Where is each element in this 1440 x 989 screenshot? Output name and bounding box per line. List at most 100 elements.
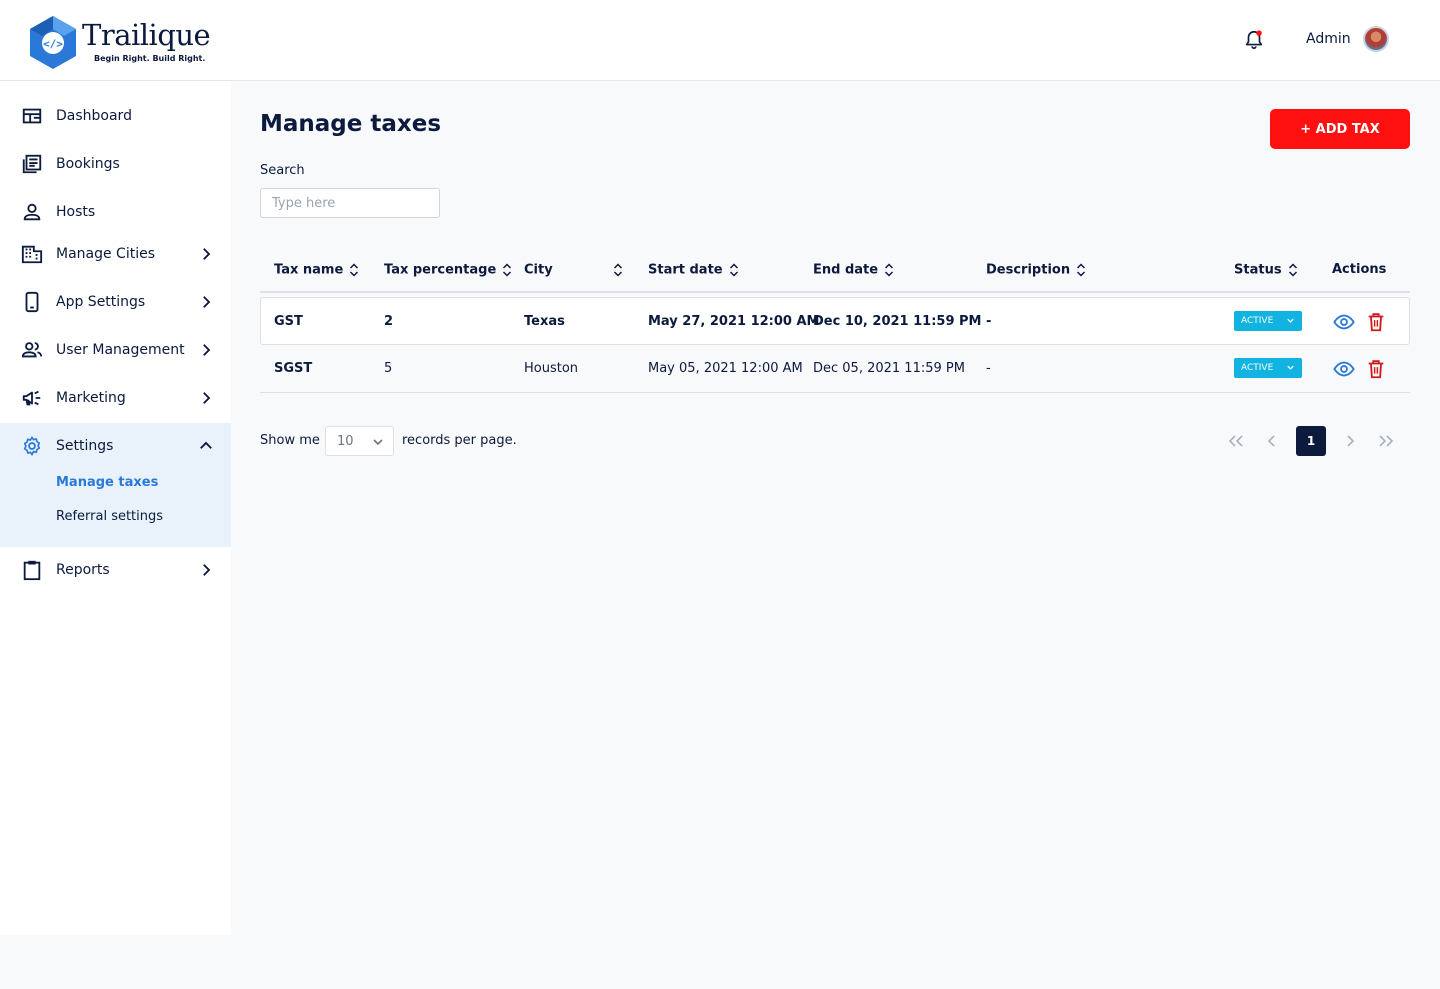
chevron-right-icon [203,296,211,308]
records-per-page-value: 10 [337,434,354,449]
gear-icon [23,436,41,456]
column-header-label: Start date [648,262,723,278]
brand-name: Trailique [82,18,211,52]
users-icon [21,342,43,358]
table-row[interactable]: SGST 5 Houston May 05, 2021 12:00 AM Dec… [260,345,1410,393]
sort-icon [729,263,738,277]
first-page-icon[interactable] [1221,426,1251,456]
column-header-tax-name[interactable]: Tax name [274,262,359,278]
sidebar-item-label: App Settings [56,294,146,310]
sort-icon [1077,263,1086,277]
search-label: Search [260,163,305,178]
sidebar-item-marketing[interactable]: Marketing [0,375,231,423]
top-bar: </> Trailique Begin Right. Build Right. … [0,0,1440,81]
building-icon [21,245,43,264]
dashboard-icon [22,108,42,124]
user-name[interactable]: Admin [1306,31,1351,47]
brand-tagline: Begin Right. Build Right. [94,54,206,63]
sidebar-item-label: Settings [56,438,114,454]
table-row[interactable]: GST 2 Texas May 27, 2021 12:00 AM Dec 10… [260,297,1410,345]
clipboard-icon [23,560,41,581]
column-header-label: Tax name [274,262,344,278]
sidebar-item-label: Bookings [56,156,120,172]
cell-start-date: May 27, 2021 12:00 AM [648,314,820,329]
sidebar-item-user-management[interactable]: User Management [0,327,231,375]
show-me-label: Show me [260,433,320,448]
column-header-start-date[interactable]: Start date [648,262,739,278]
sort-icon [885,263,894,277]
sort-icon [613,263,622,277]
sort-icon [1288,263,1297,277]
cell-start-date: May 05, 2021 12:00 AM [648,361,803,376]
column-header-city[interactable]: City [524,262,623,278]
cell-tax-name: GST [274,314,303,329]
column-header-tax-percentage[interactable]: Tax percentage [384,262,512,278]
sidebar: Dashboard Bookings Hosts Manage Cities A… [0,81,231,935]
main-content: Manage taxes + ADD TAX Search Tax name T… [231,81,1440,989]
sidebar-item-dashboard[interactable]: Dashboard [0,93,231,141]
previous-page-icon[interactable] [1257,426,1287,456]
sidebar-item-reports[interactable]: Reports [0,547,231,595]
next-page-icon[interactable] [1335,426,1365,456]
column-header-end-date[interactable]: End date [813,262,894,278]
sidebar-item-settings[interactable]: Settings [0,423,231,471]
bookings-icon [22,154,42,174]
status-dropdown[interactable]: ACTIVE [1234,358,1302,378]
sidebar-item-hosts[interactable]: Hosts [0,189,231,237]
trash-icon[interactable] [1365,311,1387,333]
column-header-label: Actions [1332,262,1387,277]
table-header-divider [260,291,1410,293]
logo[interactable]: </> Trailique Begin Right. Build Right. [24,14,214,72]
column-header-label: Status [1234,262,1282,278]
last-page-icon[interactable] [1371,426,1401,456]
sort-icon [350,263,359,277]
column-header-description[interactable]: Description [986,262,1086,278]
cell-end-date: Dec 10, 2021 11:59 PM [813,314,982,329]
sidebar-item-label: Hosts [56,204,96,220]
person-icon [23,203,41,221]
page-number-current[interactable]: 1 [1296,426,1326,456]
status-dropdown[interactable]: ACTIVE [1234,311,1302,331]
bell-icon[interactable] [1243,29,1265,51]
cell-tax-percentage: 2 [384,314,394,329]
notification-dot [1256,30,1262,36]
cell-tax-percentage: 5 [384,361,393,376]
column-header-actions: Actions [1332,262,1386,277]
chevron-up-icon [200,441,212,449]
eye-icon[interactable] [1333,358,1355,380]
eye-icon[interactable] [1333,311,1355,333]
column-header-status[interactable]: Status [1234,262,1298,278]
chevron-right-icon [203,248,211,260]
sort-icon [503,263,512,277]
status-label: ACTIVE [1241,363,1274,373]
page-title: Manage taxes [260,111,442,137]
column-header-label: End date [813,262,879,278]
column-header-label: Tax percentage [384,262,497,278]
cell-city: Houston [524,361,579,376]
trash-icon[interactable] [1365,358,1387,380]
records-per-page-select[interactable]: 10 [325,426,394,456]
cell-city: Texas [524,314,565,329]
sidebar-item-label: Reports [56,562,110,578]
chevron-down-icon [373,439,383,446]
avatar[interactable] [1363,26,1389,52]
megaphone-icon [22,390,41,406]
sidebar-item-label: Marketing [56,390,126,406]
cell-description: - [986,314,992,329]
sidebar-item-label: Dashboard [56,108,132,124]
chevron-right-icon [203,392,211,404]
search-input[interactable] [260,188,440,218]
sidebar-item-manage-cities[interactable]: Manage Cities [0,231,231,279]
sidebar-item-bookings[interactable]: Bookings [0,141,231,189]
chevron-right-icon [203,344,211,356]
add-tax-button[interactable]: + ADD TAX [1270,109,1410,149]
sidebar-subitem-referral-settings[interactable]: Referral settings [56,509,163,524]
sidebar-item-label: Manage Cities [56,246,156,262]
column-header-label: Description [986,262,1071,278]
cell-description: - [986,361,991,376]
sidebar-subitem-manage-taxes[interactable]: Manage taxes [56,475,158,490]
cell-tax-name: SGST [274,361,313,376]
code-hexagon-icon: </> [30,16,76,69]
status-label: ACTIVE [1241,316,1274,326]
sidebar-item-app-settings[interactable]: App Settings [0,279,231,327]
